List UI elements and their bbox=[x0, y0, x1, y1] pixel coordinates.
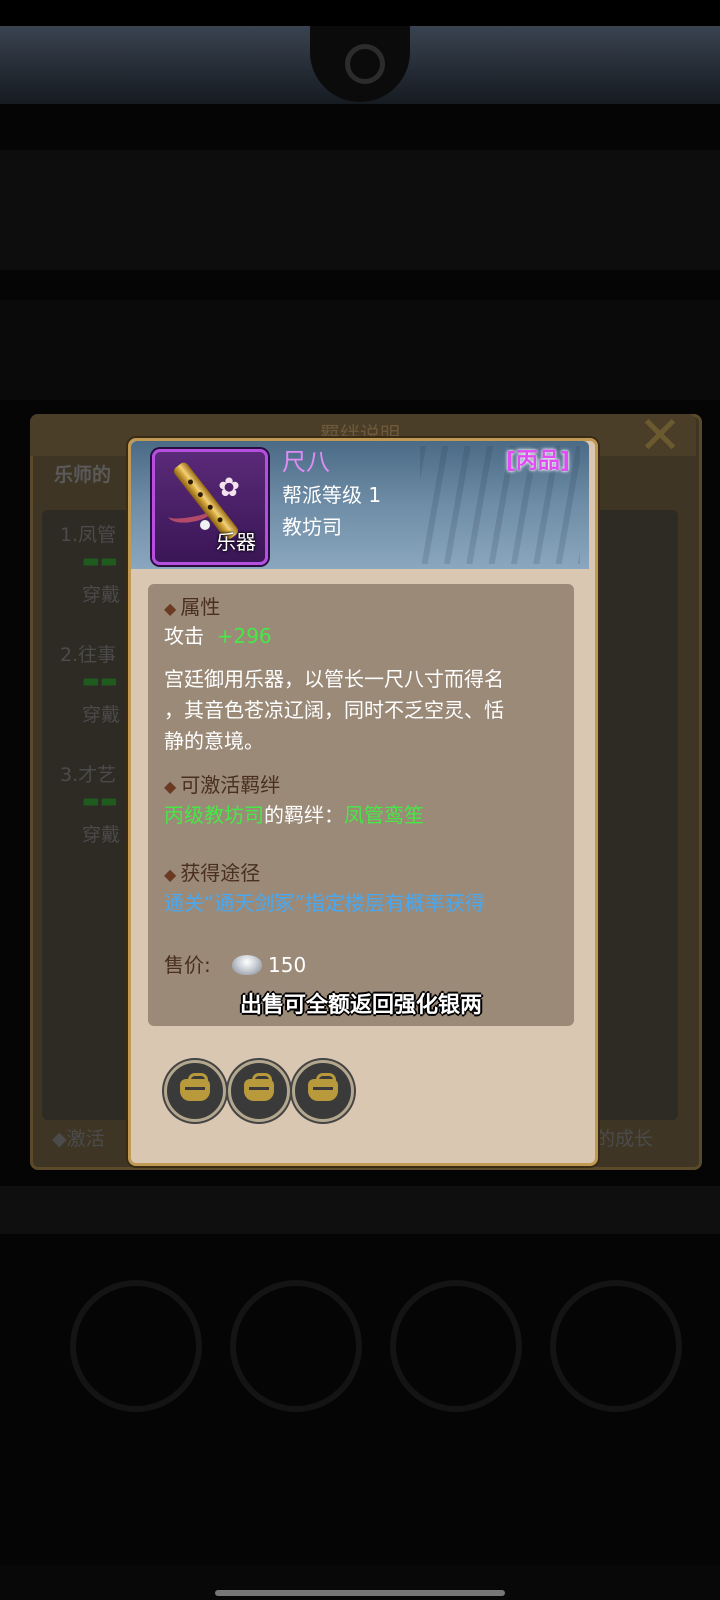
silver-ingot-icon bbox=[232, 955, 262, 975]
item-guild-level: 帮派等级 1 bbox=[282, 483, 382, 507]
price-label: 售价: bbox=[164, 953, 211, 977]
sell-note: 出售可全额返回强化银两 bbox=[239, 993, 482, 1018]
diamond-bullet-icon: ◆ bbox=[164, 865, 177, 884]
item-name: 尺八 bbox=[282, 448, 330, 476]
bond-footer-left: ◆激活 bbox=[52, 1128, 105, 1150]
bond-mid-text: 的羁绊： bbox=[264, 803, 344, 827]
obtain-heading: ◆ 获得途径 bbox=[164, 858, 260, 888]
bond-entry-2-sub: 穿戴 bbox=[82, 704, 121, 726]
bond-footer-right: 的成长 bbox=[596, 1128, 654, 1150]
bond-row: 丙级教坊司的羁绊：凤管鸾笙 bbox=[164, 800, 424, 831]
background-tab-bar bbox=[0, 1186, 720, 1234]
background-circle-4 bbox=[550, 1280, 682, 1412]
attributes-heading: ◆ 属性 bbox=[164, 592, 220, 622]
obtain-text: 通关“通天剑冢”指定楼层有概率获得 bbox=[164, 891, 485, 915]
item-type-label: 乐器 bbox=[216, 530, 256, 554]
bond-entry-2-tag: ▬▬ bbox=[82, 670, 118, 692]
background-mid-row bbox=[0, 300, 720, 400]
bond-dialog-heading: 乐师的 bbox=[54, 464, 112, 486]
obtain-heading-text: 获得途径 bbox=[180, 861, 261, 885]
bond-heading-text: 可激活羁绊 bbox=[180, 773, 281, 797]
lock-icon bbox=[308, 1073, 338, 1101]
attributes-heading-text: 属性 bbox=[180, 595, 221, 619]
bond-entry-1-tag: ▬▬ bbox=[82, 550, 118, 572]
bond-entry-3-sub: 穿戴 bbox=[82, 824, 121, 846]
background-circle-1 bbox=[70, 1280, 202, 1412]
price-value: 150 bbox=[268, 953, 307, 977]
gem-slot-2[interactable] bbox=[228, 1060, 290, 1122]
item-grade-badge: [丙品] bbox=[505, 449, 570, 474]
diamond-bullet-icon: ◆ bbox=[164, 777, 177, 796]
bond-source: 丙级教坊司 bbox=[164, 803, 264, 827]
diamond-bullet-icon: ◆ bbox=[164, 599, 177, 618]
lock-icon bbox=[180, 1073, 210, 1101]
bond-heading: ◆ 可激活羁绊 bbox=[164, 770, 280, 800]
item-department: 教坊司 bbox=[282, 515, 342, 539]
background-circle-2 bbox=[230, 1280, 362, 1412]
bond-name: 凤管鸾笙 bbox=[344, 803, 424, 827]
pearl-icon bbox=[200, 520, 210, 530]
bond-entry-3-tag: ▬▬ bbox=[82, 790, 118, 812]
home-indicator[interactable] bbox=[215, 1590, 505, 1596]
lock-icon bbox=[244, 1073, 274, 1101]
bond-entry-1-sub: 穿戴 bbox=[82, 584, 121, 606]
blossom-icon: ✿ bbox=[218, 473, 240, 503]
gem-slot-1[interactable] bbox=[164, 1060, 226, 1122]
description-line-2: ，其音色苍凉辽阔，同时不乏空灵、恬 bbox=[164, 698, 504, 722]
attack-label: 攻击 bbox=[164, 624, 204, 648]
bond-entry-2-label: 2.往事 bbox=[60, 644, 117, 666]
bond-entry-1-label: 1.凤管 bbox=[60, 524, 117, 546]
attack-row: 攻击 +296 bbox=[164, 621, 272, 652]
background-info-row bbox=[0, 150, 720, 270]
bond-entry-3-label: 3.才艺 bbox=[60, 764, 117, 786]
description-line-1: 宫廷御用乐器，以管长一尺八寸而得名 bbox=[164, 667, 504, 691]
attack-value: +296 bbox=[216, 624, 272, 648]
gem-slot-3[interactable] bbox=[292, 1060, 354, 1122]
status-bar bbox=[0, 0, 720, 26]
description-line-3: 静的意境。 bbox=[164, 729, 264, 753]
background-circle-3 bbox=[390, 1280, 522, 1412]
close-x-icon[interactable]: ✕ bbox=[632, 408, 688, 464]
